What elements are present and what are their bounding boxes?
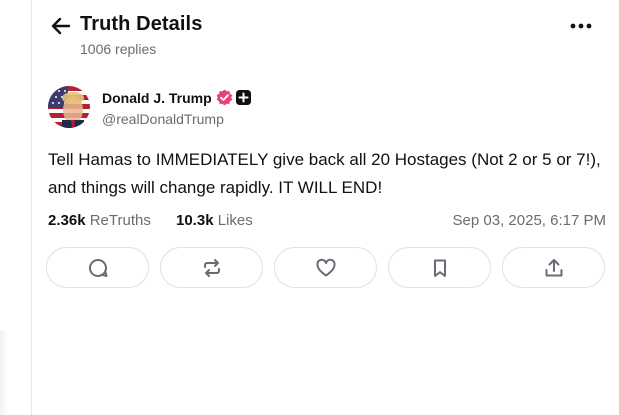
likes-count: 10.3k [176, 212, 214, 229]
page-title: Truth Details [80, 13, 203, 35]
post-actions [46, 247, 608, 290]
reply-button[interactable] [46, 247, 149, 288]
back-button[interactable] [49, 14, 73, 38]
more-options-button[interactable] [567, 14, 595, 38]
retruth-button[interactable] [160, 247, 263, 288]
retruth-icon [203, 258, 220, 277]
reply-count: 1006 replies [80, 41, 157, 57]
arrow-left-icon [51, 17, 71, 35]
left-sidebar-edge [0, 0, 32, 415]
page-header: Truth Details 1006 replies [31, 0, 619, 70]
bookmark-button[interactable] [388, 247, 491, 288]
share-button[interactable] [502, 247, 605, 288]
author-handle[interactable]: @realDonaldTrump [102, 111, 224, 127]
post-timestamp: Sep 03, 2025, 6:17 PM [452, 212, 606, 229]
likes-label: Likes [217, 212, 253, 229]
like-button[interactable] [274, 247, 377, 288]
bookmark-icon [433, 259, 446, 277]
reply-icon [88, 258, 107, 277]
share-icon [545, 258, 562, 276]
plus-badge-icon [236, 90, 251, 105]
more-dots-icon [570, 23, 592, 29]
retruths-stat[interactable]: 2.36k ReTruths [48, 212, 151, 229]
likes-stat[interactable]: 10.3k Likes [176, 212, 253, 229]
avatar[interactable] [48, 86, 90, 128]
retruths-count: 2.36k [48, 212, 86, 229]
post-text: Tell Hamas to IMMEDIATELY give back all … [48, 150, 601, 197]
post-author: Donald J. Trump @realDonaldTrump [48, 86, 588, 130]
post-stats: 2.36k ReTruths 10.3k Likes Sep 03, 2025,… [48, 212, 606, 232]
verified-badge-icon [216, 89, 233, 106]
author-name[interactable]: Donald J. Trump [102, 90, 212, 106]
retruths-label: ReTruths [89, 212, 151, 229]
sidebar-shadow [0, 330, 8, 415]
heart-icon [315, 258, 336, 276]
